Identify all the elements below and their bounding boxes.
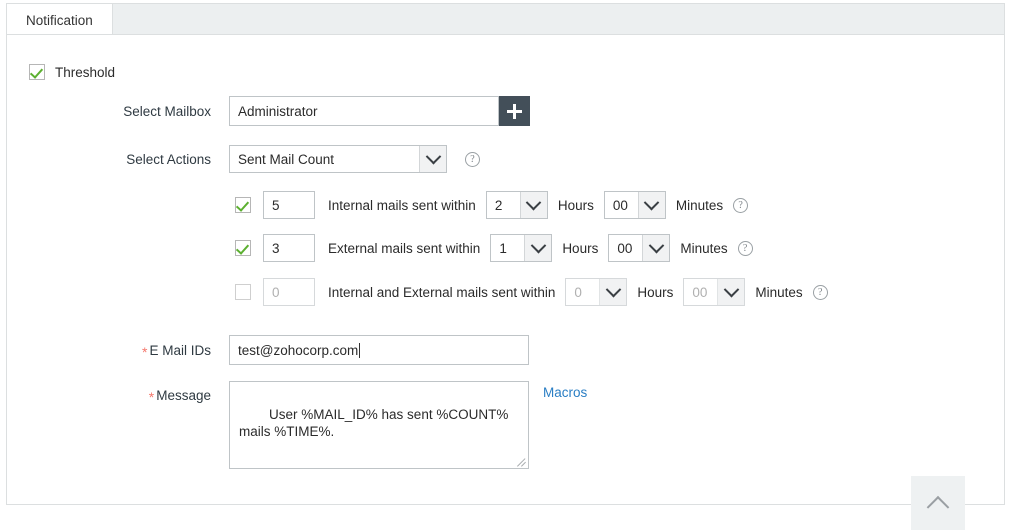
message-textarea[interactable]: User %MAIL_ID% has sent %COUNT% mails %T…: [229, 381, 529, 469]
chevron-down-icon: [638, 192, 665, 218]
condition-external-hours-value: 1: [491, 235, 524, 261]
tab-notification-label: Notification: [26, 13, 93, 28]
threshold-label: Threshold: [55, 65, 115, 80]
tab-strip: Notification: [6, 3, 1005, 35]
chevron-down-icon: [419, 146, 446, 172]
threshold-row: Threshold: [29, 64, 115, 80]
condition-row-internal-external: 0 Internal and External mails sent withi…: [235, 278, 828, 306]
threshold-checkbox[interactable]: [29, 64, 45, 80]
condition-internal-hours-value: 2: [487, 192, 520, 218]
select-mailbox-label: Select Mailbox: [7, 104, 211, 119]
condition-internal-hours-label: Hours: [558, 198, 594, 213]
select-mailbox-row: Select Mailbox Administrator: [7, 96, 532, 126]
chevron-down-icon: [599, 279, 626, 305]
condition-external-hours-dropdown[interactable]: 1: [490, 234, 552, 262]
condition-external-text: External mails sent within: [328, 241, 480, 256]
tab-notification[interactable]: Notification: [6, 3, 113, 37]
condition-internal-external-hours-label: Hours: [637, 285, 673, 300]
condition-external-minutes-value: 00: [609, 235, 642, 261]
condition-internal-minutes-dropdown[interactable]: 00: [604, 191, 666, 219]
select-actions-help-icon[interactable]: ?: [465, 152, 480, 167]
condition-external-help-icon[interactable]: ?: [738, 241, 753, 256]
condition-internal-external-count-value: 0: [272, 285, 280, 300]
chevron-down-icon: [642, 235, 669, 261]
select-actions-value: Sent Mail Count: [230, 146, 419, 172]
chevron-down-icon: [524, 235, 551, 261]
condition-internal-hours-dropdown[interactable]: 2: [486, 191, 548, 219]
email-ids-input-value: test@zohocorp.com: [238, 343, 358, 358]
condition-internal-minutes-label: Minutes: [676, 198, 723, 213]
select-actions-dropdown[interactable]: Sent Mail Count: [229, 145, 447, 173]
notification-settings-page: Notification Threshold Select Mailbox Ad…: [0, 0, 1011, 510]
required-asterisk: *: [149, 389, 154, 405]
condition-external-checkbox[interactable]: [235, 240, 251, 256]
mailbox-input-value: Administrator: [238, 104, 318, 119]
resize-grip-icon[interactable]: [515, 455, 527, 467]
condition-internal-external-minutes-label: Minutes: [755, 285, 802, 300]
condition-internal-count-value: 5: [272, 198, 280, 213]
message-textarea-value: User %MAIL_ID% has sent %COUNT% mails %T…: [239, 407, 512, 439]
condition-internal-checkbox[interactable]: [235, 197, 251, 213]
condition-row-internal: 5 Internal mails sent within 2 Hours 00 …: [235, 191, 748, 219]
condition-internal-external-count-input[interactable]: 0: [263, 278, 315, 306]
condition-internal-help-icon[interactable]: ?: [733, 198, 748, 213]
email-ids-row: *E Mail IDs test@zohocorp.com: [7, 335, 529, 365]
condition-external-hours-label: Hours: [562, 241, 598, 256]
condition-internal-external-minutes-dropdown[interactable]: 00: [683, 278, 745, 306]
condition-internal-text: Internal mails sent within: [328, 198, 476, 213]
required-asterisk: *: [142, 344, 147, 360]
chevron-up-icon: [927, 496, 950, 519]
email-ids-input[interactable]: test@zohocorp.com: [229, 335, 529, 365]
condition-internal-external-checkbox[interactable]: [235, 284, 251, 300]
macros-link[interactable]: Macros: [543, 385, 587, 400]
condition-external-minutes-label: Minutes: [680, 241, 727, 256]
plus-icon: [507, 104, 522, 119]
message-label: *Message: [7, 381, 211, 403]
scroll-to-top-button[interactable]: [911, 476, 965, 530]
condition-internal-minutes-value: 00: [605, 192, 638, 218]
add-mailbox-button[interactable]: [499, 96, 530, 126]
chevron-down-icon: [717, 279, 744, 305]
condition-internal-count-input[interactable]: 5: [263, 191, 315, 219]
select-actions-label: Select Actions: [7, 152, 211, 167]
email-ids-label-text: E Mail IDs: [149, 343, 211, 358]
condition-external-count-input[interactable]: 3: [263, 234, 315, 262]
message-row: *Message User %MAIL_ID% has sent %COUNT%…: [7, 381, 587, 469]
condition-row-external: 3 External mails sent within 1 Hours 00 …: [235, 234, 753, 262]
message-label-text: Message: [156, 388, 211, 403]
email-ids-label: *E Mail IDs: [7, 343, 211, 358]
condition-internal-external-help-icon[interactable]: ?: [813, 285, 828, 300]
condition-internal-external-minutes-value: 00: [684, 279, 717, 305]
condition-external-minutes-dropdown[interactable]: 00: [608, 234, 670, 262]
condition-internal-external-hours-dropdown[interactable]: 0: [565, 278, 627, 306]
mailbox-input[interactable]: Administrator: [229, 96, 499, 126]
text-cursor: [359, 343, 360, 358]
select-actions-row: Select Actions Sent Mail Count ?: [7, 145, 480, 173]
notification-panel: Threshold Select Mailbox Administrator S…: [6, 34, 1005, 505]
chevron-down-icon: [520, 192, 547, 218]
condition-external-count-value: 3: [272, 241, 280, 256]
condition-internal-external-text: Internal and External mails sent within: [328, 285, 555, 300]
condition-internal-external-hours-value: 0: [566, 279, 599, 305]
